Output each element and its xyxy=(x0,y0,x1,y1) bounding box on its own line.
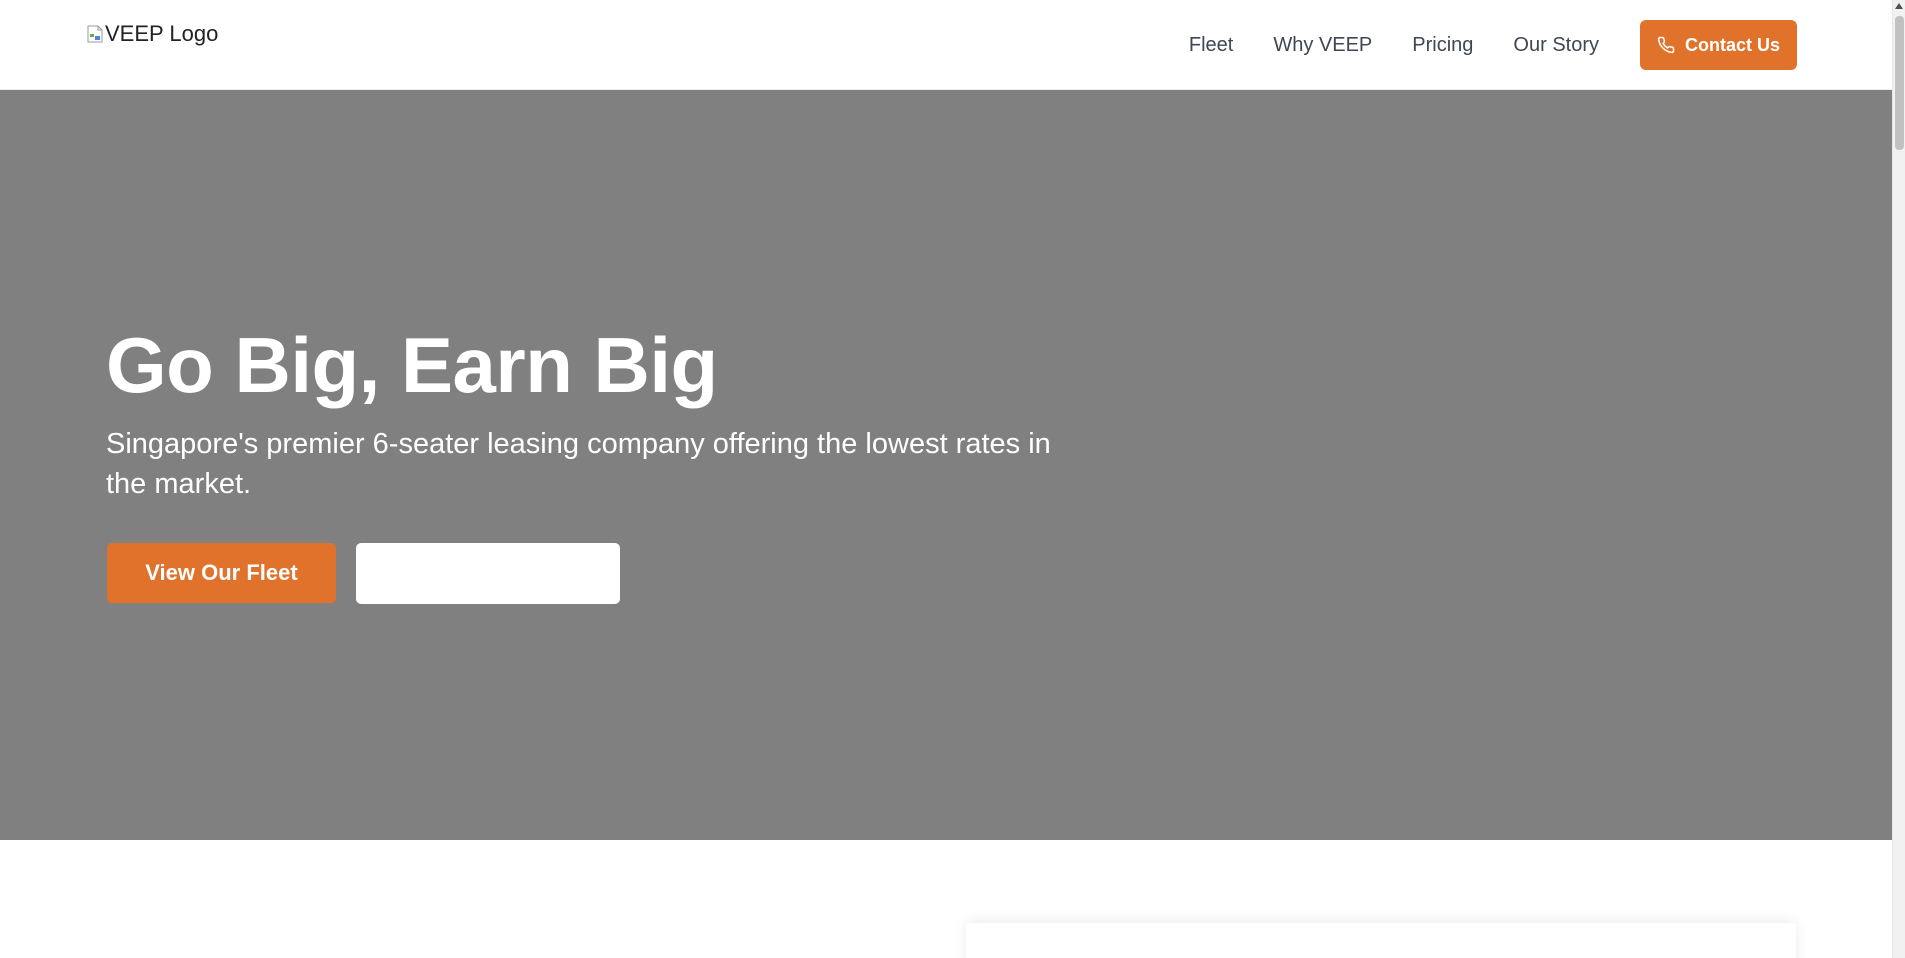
page-scrollbar[interactable] xyxy=(1892,0,1905,958)
main-nav: Fleet Why VEEP Pricing Our Story xyxy=(1189,0,1599,90)
scroll-up-arrow-icon[interactable] xyxy=(1895,3,1903,9)
view-fleet-button[interactable]: View Our Fleet xyxy=(107,543,336,603)
contact-us-label: Contact Us xyxy=(1684,34,1780,55)
broken-image-icon xyxy=(87,25,103,43)
secondary-hero-button[interactable] xyxy=(356,543,620,604)
nav-link-why-veep[interactable]: Why VEEP xyxy=(1273,34,1372,57)
contact-us-button[interactable]: Contact Us xyxy=(1640,20,1797,70)
logo[interactable]: VEEP Logo xyxy=(87,21,218,47)
page: VEEP Logo Fleet Why VEEP Pricing Our Sto… xyxy=(0,0,1905,958)
content-card xyxy=(966,923,1796,958)
scrollbar-thumb[interactable] xyxy=(1895,16,1904,150)
nav-link-our-story[interactable]: Our Story xyxy=(1513,34,1599,57)
content-section xyxy=(0,840,1892,958)
hero-section: Go Big, Earn Big Singapore's premier 6-s… xyxy=(0,90,1892,840)
hero-subtitle: Singapore's premier 6-seater leasing com… xyxy=(106,428,1051,500)
site-header: VEEP Logo Fleet Why VEEP Pricing Our Sto… xyxy=(0,0,1892,90)
nav-link-pricing[interactable]: Pricing xyxy=(1412,34,1473,57)
phone-icon xyxy=(1657,36,1675,54)
nav-link-fleet[interactable]: Fleet xyxy=(1189,34,1233,57)
hero-title: Go Big, Earn Big xyxy=(106,321,718,409)
logo-alt-text: VEEP Logo xyxy=(105,21,219,46)
